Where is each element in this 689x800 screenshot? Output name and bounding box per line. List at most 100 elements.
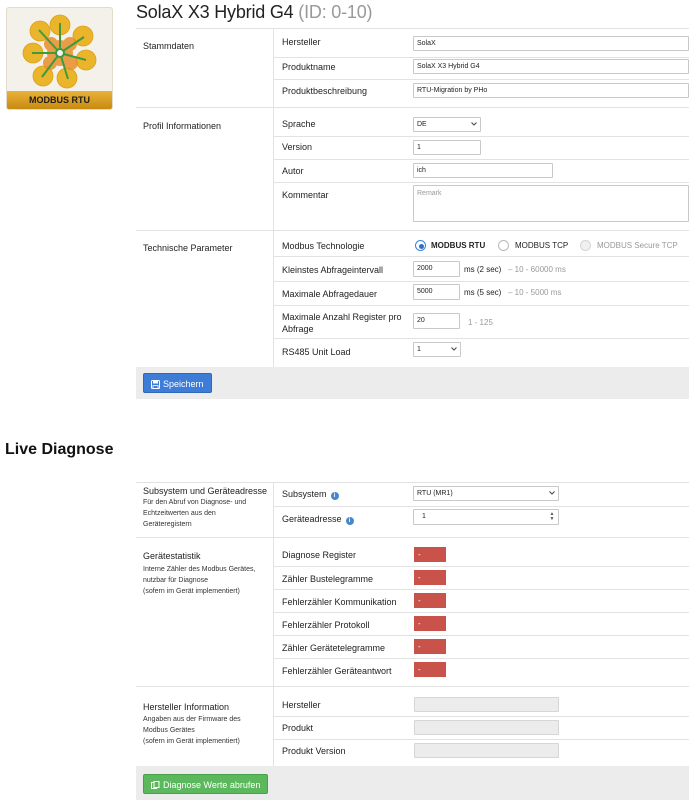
rs485-select[interactable]: 1 bbox=[413, 342, 461, 357]
autor-field[interactable]: ich bbox=[413, 163, 553, 178]
autor-label: Autor bbox=[282, 166, 304, 176]
hersteller-info-description: Angaben aus der Firmware des Modbus Gerä… bbox=[143, 714, 241, 747]
version-field[interactable]: 1 bbox=[413, 140, 481, 155]
row-divider bbox=[274, 57, 689, 58]
info-hersteller-field bbox=[414, 697, 559, 712]
row-divider bbox=[274, 739, 689, 740]
counter-value: - bbox=[414, 616, 446, 631]
subsystem-desc-line: Geräteregistern bbox=[143, 521, 192, 528]
row-divider bbox=[274, 658, 689, 659]
counter-value: - bbox=[414, 639, 446, 654]
modbus-rtu-logo: MODBUS RTU bbox=[6, 7, 113, 110]
row-divider bbox=[274, 589, 689, 590]
max-register-field[interactable]: 20 bbox=[413, 313, 460, 329]
live-diagnose-title: Live Diagnose bbox=[5, 441, 114, 458]
counter-label: Fehlerzähler Kommunikation bbox=[282, 597, 397, 607]
floppy-disk-icon bbox=[151, 380, 160, 389]
max-register-label-line2: Abfrage bbox=[282, 324, 314, 334]
device-id: (ID: 0-10) bbox=[298, 2, 373, 22]
subsystem-label: Subsystem i bbox=[282, 489, 339, 500]
counter-label: Fehlerzähler Protokoll bbox=[282, 620, 370, 630]
subsystem-select[interactable]: RTU (MR1) bbox=[413, 486, 559, 501]
diagnose-werte-abrufen-button[interactable]: Diagnose Werte abrufen bbox=[143, 774, 269, 794]
abfrageintervall-unit: ms (2 sec) bbox=[464, 265, 502, 274]
row-divider bbox=[274, 566, 689, 567]
option-modbus-tcp-label: MODBUS TCP bbox=[515, 241, 569, 250]
divider bbox=[136, 686, 689, 687]
info-produkt-label: Produkt bbox=[282, 723, 314, 733]
hersteller-info-desc-line: (sofern im Gerät implementiert) bbox=[143, 738, 240, 745]
info-icon[interactable]: i bbox=[345, 517, 354, 525]
column-divider bbox=[273, 482, 274, 766]
counter-value: - bbox=[414, 662, 446, 677]
statistik-desc-line: nutzbar für Diagnose bbox=[143, 577, 208, 584]
divider bbox=[136, 230, 689, 231]
row-divider bbox=[274, 338, 689, 339]
row-divider bbox=[274, 506, 689, 507]
abfrageintervall-label: Kleinstes Abfrageintervall bbox=[282, 265, 384, 275]
row-divider bbox=[274, 256, 689, 257]
save-button[interactable]: Speichern bbox=[143, 373, 212, 393]
subsystem-desc-line: Für den Abruf von Diagnose- und bbox=[143, 499, 247, 506]
produktbeschreibung-label: Produktbeschreibung bbox=[282, 86, 368, 96]
subsystem-label-text: Subsystem bbox=[282, 489, 327, 499]
chevron-down-icon bbox=[549, 491, 555, 495]
sprache-value: DE bbox=[417, 121, 427, 128]
geraeteadresse-value: 1 bbox=[422, 513, 426, 520]
kommentar-textarea[interactable]: Remark bbox=[413, 185, 689, 222]
sprache-label: Sprache bbox=[282, 119, 316, 129]
statistik-description: Interne Zähler des Modbus Gerätes, nutzb… bbox=[143, 564, 255, 597]
produktname-field[interactable]: SolaX X3 Hybrid G4 bbox=[413, 59, 689, 74]
geraeteadresse-label-text: Geräteadresse bbox=[282, 514, 342, 524]
version-label: Version bbox=[282, 142, 313, 152]
divider bbox=[136, 107, 689, 108]
hersteller-info-desc-line: Angaben aus der Firmware des bbox=[143, 716, 241, 723]
produktname-label: Produktname bbox=[282, 62, 336, 72]
divider bbox=[136, 537, 689, 538]
counter-label: Zähler Bustelegramme bbox=[282, 574, 374, 584]
subsystem-value: RTU (MR1) bbox=[417, 490, 453, 497]
hersteller-info-desc-line: Modbus Gerätes bbox=[143, 727, 195, 734]
logo-label: MODBUS RTU bbox=[7, 91, 112, 109]
counter-label: Fehlerzähler Geräteantwort bbox=[282, 666, 392, 676]
max-register-hint: 1 - 125 bbox=[468, 318, 493, 327]
row-divider bbox=[274, 305, 689, 306]
refresh-icon bbox=[151, 781, 160, 789]
abfrageintervall-field[interactable]: 2000 bbox=[413, 261, 460, 277]
row-divider bbox=[274, 182, 689, 183]
abfragedauer-hint: – 10 - 5000 ms bbox=[508, 288, 562, 297]
group-title-statistik: Gerätestatistik bbox=[143, 551, 201, 561]
row-divider bbox=[274, 136, 689, 137]
page-title: SolaX X3 Hybrid G4 (ID: 0-10) bbox=[136, 2, 373, 23]
number-spinner-icon[interactable]: ▲ ▼ bbox=[549, 512, 555, 522]
chevron-down-icon bbox=[451, 347, 457, 351]
radio-modbus-rtu[interactable] bbox=[415, 240, 426, 251]
row-divider bbox=[274, 79, 689, 80]
sprache-select[interactable]: DE bbox=[413, 117, 481, 132]
modbus-network-icon bbox=[22, 14, 97, 89]
rs485-label: RS485 Unit Load bbox=[282, 347, 351, 357]
info-icon[interactable]: i bbox=[330, 492, 339, 500]
info-produkt-version-field bbox=[414, 743, 559, 758]
diagnose-button-label: Diagnose Werte abrufen bbox=[163, 780, 261, 790]
group-title-subsystem: Subsystem und Geräteadresse bbox=[143, 486, 268, 496]
radio-modbus-secure-tcp[interactable] bbox=[580, 240, 591, 251]
abfrageintervall-hint: – 10 - 60000 ms bbox=[508, 265, 566, 274]
info-hersteller-label: Hersteller bbox=[282, 700, 321, 710]
subsystem-desc-line: Echtzeitwerten aus den bbox=[143, 510, 216, 517]
abfragedauer-field[interactable]: 5000 bbox=[413, 284, 460, 300]
form-footer bbox=[136, 367, 689, 399]
info-produkt-field bbox=[414, 720, 559, 735]
counter-label: Diagnose Register bbox=[282, 550, 357, 560]
produktbeschreibung-field[interactable]: RTU-Migration by PHo bbox=[413, 83, 689, 98]
row-divider bbox=[274, 281, 689, 282]
modbus-technologie-label: Modbus Technologie bbox=[282, 241, 365, 251]
hersteller-label: Hersteller bbox=[282, 37, 321, 47]
hersteller-field[interactable]: SolaX bbox=[413, 36, 689, 51]
subsystem-description: Für den Abruf von Diagnose- und Echtzeit… bbox=[143, 497, 246, 530]
divider bbox=[136, 482, 689, 483]
radio-modbus-tcp[interactable] bbox=[498, 240, 509, 251]
divider bbox=[136, 28, 689, 29]
geraeteadresse-field[interactable]: 1 ▲ ▼ bbox=[413, 509, 559, 525]
counter-label: Zähler Gerätetelegramme bbox=[282, 643, 386, 653]
